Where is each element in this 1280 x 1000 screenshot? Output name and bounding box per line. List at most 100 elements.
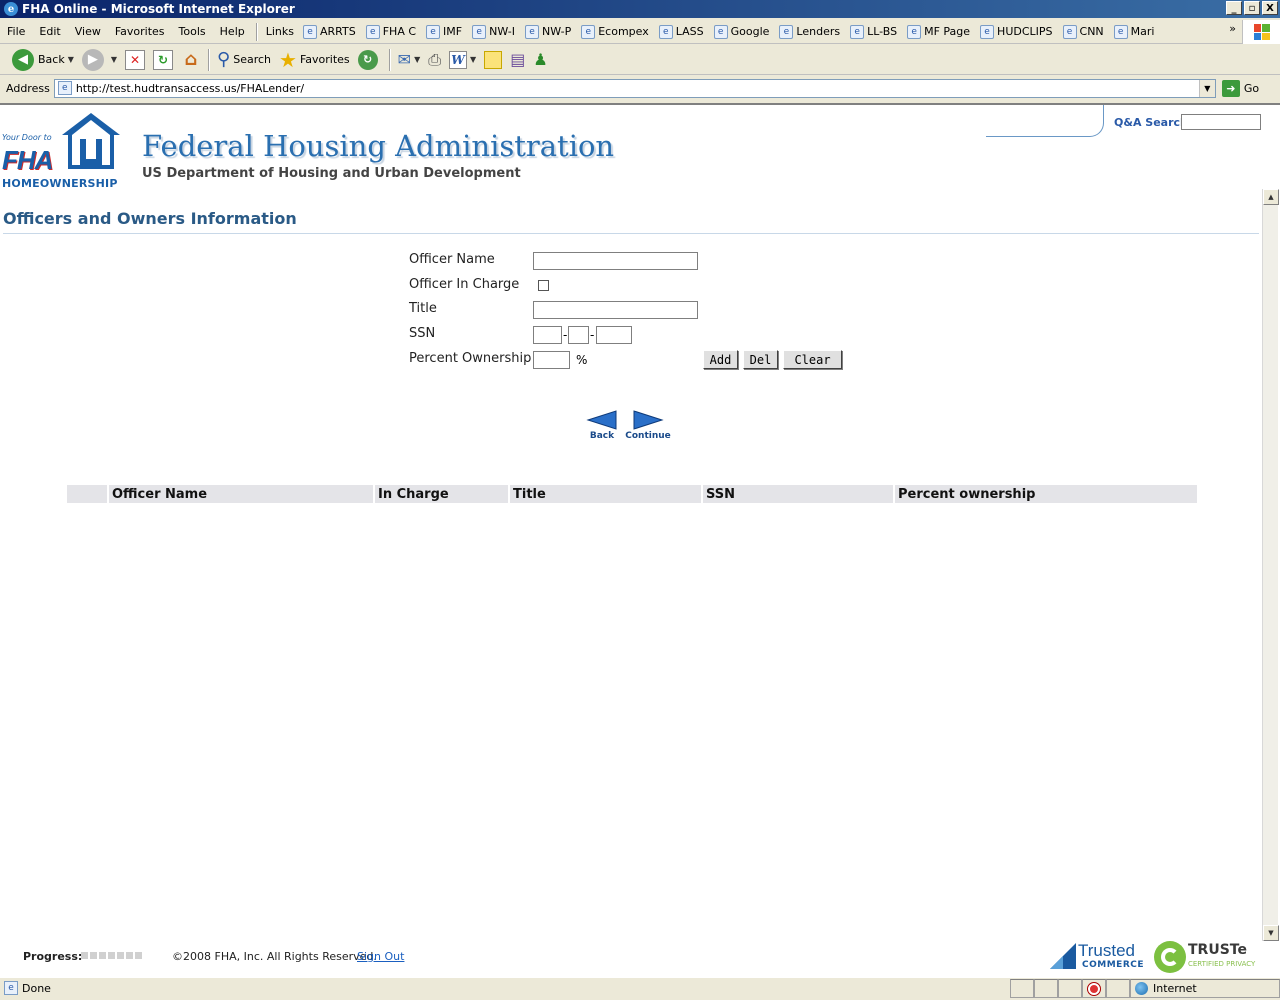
note-icon <box>484 50 503 69</box>
research-button[interactable]: ▤ <box>506 47 529 73</box>
status-pane <box>1106 979 1130 998</box>
menu-view[interactable]: View <box>68 25 108 38</box>
search-icon: ⚲ <box>217 49 231 70</box>
messenger-button[interactable]: ♟ <box>529 47 551 73</box>
stop-icon: ✕ <box>125 49 146 70</box>
page-footer: Progress: ©2008 FHA, Inc. All Rights Res… <box>0 941 1262 977</box>
link-ll-bs[interactable]: e LL-BS <box>845 24 902 39</box>
link-mari[interactable]: e Mari <box>1109 24 1160 39</box>
qa-search-input[interactable] <box>1181 114 1261 130</box>
back-button[interactable]: ◀ Back ▼ <box>8 47 78 73</box>
dropdown-arrow-icon[interactable]: ▼ <box>68 55 74 64</box>
scroll-down-icon[interactable]: ▼ <box>1263 925 1279 941</box>
popup-blocked-icon[interactable] <box>1082 979 1106 998</box>
restore-button[interactable]: ▫ <box>1244 1 1260 15</box>
commerce-text: COMMERCE <box>1082 960 1144 970</box>
grid-column-ssn[interactable]: SSN <box>703 485 893 503</box>
link-label: Ecompex <box>598 25 649 38</box>
menu-favorites[interactable]: Favorites <box>108 25 172 38</box>
mail-icon: ✉ <box>397 50 412 69</box>
history-button[interactable]: ↻ <box>354 47 386 73</box>
dropdown-arrow-icon[interactable]: ▼ <box>111 55 117 64</box>
dropdown-arrow-icon[interactable]: ▼ <box>414 55 420 64</box>
print-button[interactable]: ⎙ <box>424 47 445 73</box>
ssn-separator: - <box>563 328 568 342</box>
mail-button[interactable]: ✉ ▼ <box>394 47 425 73</box>
logo-fha-text: FHA <box>2 145 53 175</box>
ie-logo-icon: e <box>4 2 18 16</box>
page-icon: e <box>365 24 380 39</box>
link-arrts[interactable]: e ARRTS <box>298 24 361 39</box>
ssn-part2-input[interactable] <box>568 326 589 344</box>
back-arrow-icon <box>586 410 617 430</box>
truste-badge[interactable]: TRUSTe CERTIFIED PRIVACY <box>1154 941 1262 973</box>
minimize-button[interactable]: _ <box>1226 1 1242 15</box>
page-icon: e <box>779 24 794 39</box>
grid-column-in-charge[interactable]: In Charge <box>375 485 508 503</box>
fha-logo[interactable]: Your Door to FHA HOMEOWNERSHIP <box>2 111 122 190</box>
ssn-part1-input[interactable] <box>533 326 562 344</box>
link-google[interactable]: e Google <box>709 24 775 39</box>
grid-column-officer-name[interactable]: Officer Name <box>109 485 373 503</box>
link-imf[interactable]: e IMF <box>421 24 467 39</box>
add-button[interactable]: Add <box>703 350 738 369</box>
percent-ownership-input[interactable] <box>533 351 570 369</box>
nav-back-button[interactable]: Back <box>582 410 622 450</box>
sign-out-link[interactable]: Sign Out <box>357 950 404 963</box>
refresh-icon: ↻ <box>153 49 174 70</box>
link-lenders[interactable]: e Lenders <box>774 24 845 39</box>
status-pane <box>1034 979 1058 998</box>
truste-text: TRUSTe <box>1188 942 1247 958</box>
links-label[interactable]: Links <box>262 25 298 38</box>
forward-button[interactable]: ▶ ▼ <box>78 47 121 73</box>
menu-file[interactable]: File <box>0 25 32 38</box>
page-icon: e <box>426 24 441 39</box>
page-scrollbar[interactable]: ▲ ▼ <box>1262 189 1279 941</box>
go-button[interactable]: ➜ Go <box>1221 79 1259 97</box>
back-arrow-icon: ◀ <box>12 48 34 71</box>
link-nw-p[interactable]: e NW-P <box>520 24 576 39</box>
link-nw-i[interactable]: e NW-I <box>467 24 520 39</box>
home-button[interactable]: ⌂ <box>177 47 205 73</box>
link-hudclips[interactable]: e HUDCLIPS <box>975 24 1057 39</box>
address-dropdown-icon[interactable]: ▼ <box>1198 79 1215 97</box>
security-zone[interactable]: Internet <box>1130 979 1280 998</box>
search-button[interactable]: ⚲ Search <box>213 47 275 73</box>
link-mf-page[interactable]: e MF Page <box>902 24 975 39</box>
clear-button[interactable]: Clear <box>783 350 842 369</box>
favorites-button[interactable]: ★ Favorites <box>275 47 354 73</box>
ssn-part3-input[interactable] <box>596 326 632 344</box>
menu-separator <box>255 22 258 41</box>
edit-button[interactable]: W ▼ <box>445 47 480 73</box>
menu-help[interactable]: Help <box>213 25 252 38</box>
percent-ownership-label: Percent Ownership <box>409 351 532 366</box>
trusted-commerce-badge[interactable]: Trusted COMMERCE <box>1050 941 1146 971</box>
officer-name-input[interactable] <box>533 252 698 270</box>
link-fha-c[interactable]: e FHA C <box>361 24 421 39</box>
links-overflow-icon[interactable]: » <box>1229 22 1236 35</box>
link-label: HUDCLIPS <box>997 25 1053 38</box>
grid-column-percent-ownership[interactable]: Percent ownership <box>895 485 1197 503</box>
refresh-button[interactable]: ↻ <box>149 47 177 73</box>
menu-edit[interactable]: Edit <box>32 25 67 38</box>
menu-tools[interactable]: Tools <box>172 25 213 38</box>
grid-column-title[interactable]: Title <box>510 485 701 503</box>
page-viewport: Your Door to FHA HOMEOWNERSHIP Federal H… <box>0 103 1280 977</box>
link-label: LL-BS <box>867 25 898 38</box>
discuss-button[interactable] <box>480 47 506 73</box>
delete-button[interactable]: Del <box>743 350 778 369</box>
site-header: Your Door to FHA HOMEOWNERSHIP Federal H… <box>0 105 1280 190</box>
officer-in-charge-checkbox[interactable] <box>538 280 549 291</box>
link-ecompex[interactable]: e Ecompex <box>576 24 654 39</box>
link-cnn[interactable]: e CNN <box>1058 24 1109 39</box>
copyright-text: ©2008 FHA, Inc. All Rights Reserved. <box>172 950 377 963</box>
address-input[interactable]: e http://test.hudtransaccess.us/FHALende… <box>53 78 1216 98</box>
nav-continue-button[interactable]: Continue <box>625 410 671 450</box>
scroll-up-icon[interactable]: ▲ <box>1263 189 1279 205</box>
stop-button[interactable]: ✕ <box>121 47 149 73</box>
close-window-button[interactable]: X <box>1262 1 1278 15</box>
title-input[interactable] <box>533 301 698 319</box>
link-lass[interactable]: e LASS <box>654 24 709 39</box>
dropdown-arrow-icon[interactable]: ▼ <box>470 55 476 64</box>
messenger-icon: ♟ <box>533 50 548 69</box>
